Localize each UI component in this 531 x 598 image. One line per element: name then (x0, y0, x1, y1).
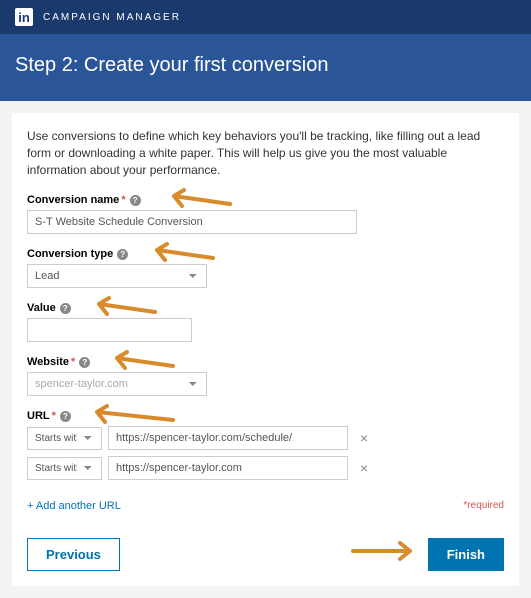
conversion-name-input[interactable] (27, 210, 357, 234)
required-asterisk: * (121, 194, 125, 206)
add-url-link[interactable]: + Add another URL (27, 500, 121, 512)
step-header: Step 2: Create your first conversion (0, 34, 531, 101)
required-asterisk: * (71, 356, 75, 368)
help-icon[interactable]: ? (60, 303, 71, 314)
url-row: Starts with × (27, 426, 504, 450)
value-input[interactable] (27, 318, 192, 342)
footer-actions: Previous Finish (27, 538, 504, 571)
clear-url-icon[interactable]: × (354, 460, 374, 476)
url-match-select[interactable]: Starts with (27, 427, 102, 450)
help-icon[interactable]: ? (60, 411, 71, 422)
help-icon[interactable]: ? (79, 357, 90, 368)
previous-button[interactable]: Previous (27, 538, 120, 571)
url-row: Starts with × (27, 456, 504, 480)
linkedin-logo-icon: in (15, 8, 33, 26)
step-title: Step 2: Create your first conversion (15, 54, 516, 77)
website-select[interactable]: spencer-taylor.com (27, 372, 207, 396)
conversion-name-label: Conversion name* ? (27, 194, 504, 206)
conversion-type-select[interactable]: Lead (27, 264, 207, 288)
form-panel: Use conversions to define which key beha… (12, 113, 519, 586)
conversion-type-label: Conversion type ? (27, 248, 504, 260)
url-label: URL* ? (27, 410, 504, 422)
intro-text: Use conversions to define which key beha… (27, 128, 504, 178)
url-input[interactable] (108, 426, 348, 450)
required-asterisk: * (52, 410, 56, 422)
website-label: Website* ? (27, 356, 504, 368)
url-input[interactable] (108, 456, 348, 480)
help-icon[interactable]: ? (117, 249, 128, 260)
finish-button[interactable]: Finish (428, 538, 504, 571)
help-icon[interactable]: ? (130, 195, 141, 206)
app-title: CAMPAIGN MANAGER (43, 12, 181, 23)
clear-url-icon[interactable]: × (354, 430, 374, 446)
url-match-select[interactable]: Starts with (27, 457, 102, 480)
value-label: Value ? (27, 302, 504, 314)
app-header: in CAMPAIGN MANAGER (0, 0, 531, 34)
required-text: *required (463, 500, 504, 511)
